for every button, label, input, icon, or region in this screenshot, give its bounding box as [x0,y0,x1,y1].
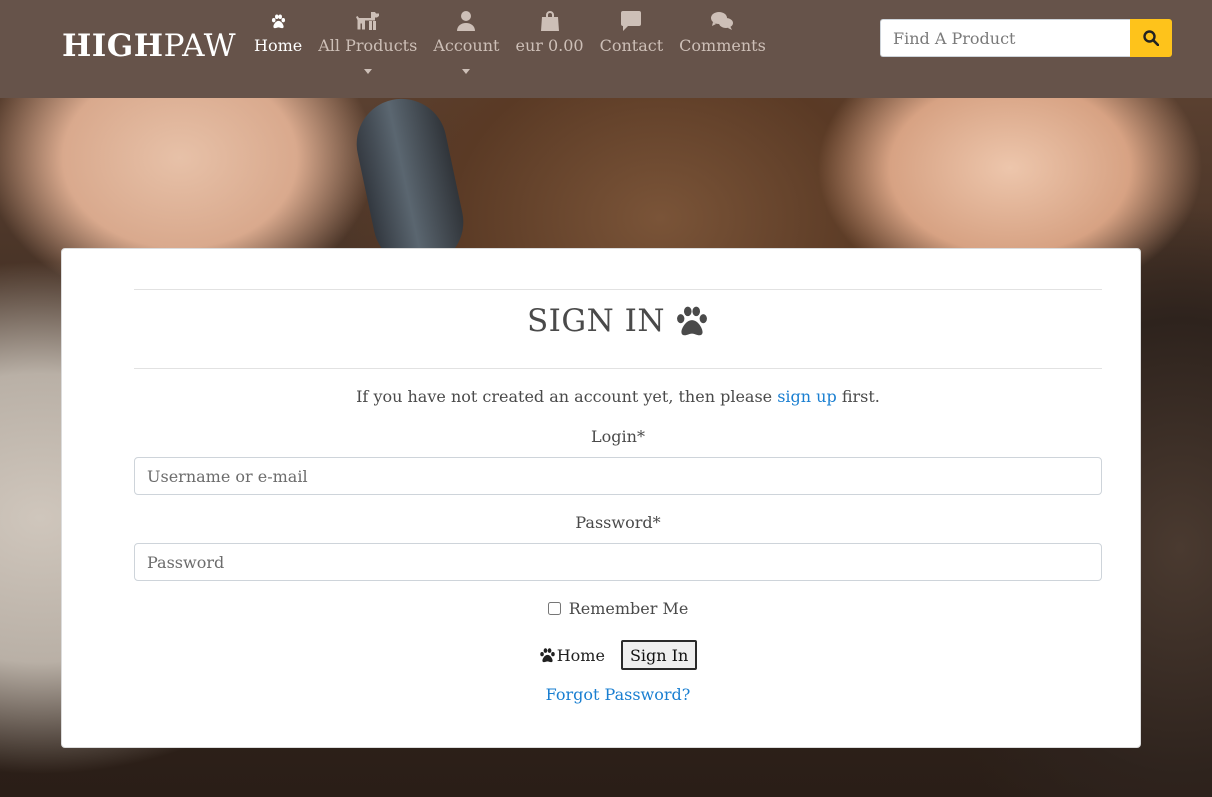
navbar: HIGHPAW Home All Products Account eur 0.… [0,0,1212,98]
nav-comments[interactable]: Comments [671,10,774,74]
divider-top [134,289,1102,290]
password-input[interactable] [134,543,1102,581]
search-bar [880,19,1172,57]
signup-prompt-before: If you have not created an account yet, … [356,387,778,406]
page-title: SIGN IN [134,303,1102,339]
forgot-password: Forgot Password? [134,685,1102,704]
signin-card: SIGN IN If you have not created an accou… [61,248,1141,748]
user-icon [457,10,476,32]
chevron-down-icon [363,69,372,74]
brand-light: PAW [163,28,237,64]
chevron-down-icon [462,69,471,74]
brand-bold: HIGH [62,28,164,64]
remember-me-label: Remember Me [568,599,689,618]
nav-account[interactable]: Account [425,10,507,74]
remember-me-checkbox[interactable] [547,602,561,615]
dog-icon [355,10,380,32]
signin-button[interactable]: Sign In [620,640,698,670]
page-title-text: SIGN IN [526,303,666,339]
nav-bag-total: eur 0.00 [515,36,584,55]
nav-bag[interactable]: eur 0.00 [507,10,591,74]
signup-prompt: If you have not created an account yet, … [134,387,1102,406]
signup-link[interactable]: sign up [777,387,837,406]
login-label: Login* [591,427,645,446]
nav-contact-label: Contact [599,36,664,55]
comments-icon [711,10,734,32]
home-button-label: Home [556,645,605,665]
remember-me: Remember Me [134,599,1102,618]
nav-contact[interactable]: Contact [592,10,672,74]
nav-home-label: Home [254,36,303,55]
home-button[interactable]: Home [539,646,605,665]
forgot-password-link[interactable]: Forgot Password? [546,685,691,704]
nav-all-products[interactable]: All Products [310,10,425,74]
search-icon [1143,30,1159,46]
divider-bottom [134,368,1102,369]
nav-comments-label: Comments [679,36,766,55]
form-actions: Home Sign In [134,640,1102,670]
search-input[interactable] [880,19,1130,57]
main-nav: Home All Products Account eur 0.00 Conta… [246,10,774,74]
brand-logo[interactable]: HIGHPAW [62,28,236,64]
search-button[interactable] [1130,19,1172,57]
shopping-bag-icon [540,10,559,32]
paw-icon [677,306,707,335]
paw-icon [539,647,555,662]
nav-account-label: Account [433,36,500,55]
message-icon [621,10,642,32]
paw-icon [270,10,287,32]
login-input[interactable] [134,457,1102,495]
signup-prompt-after: first. [836,387,880,406]
nav-home[interactable]: Home [246,10,310,74]
password-label: Password* [575,513,661,532]
nav-all-products-label: All Products [318,36,418,55]
